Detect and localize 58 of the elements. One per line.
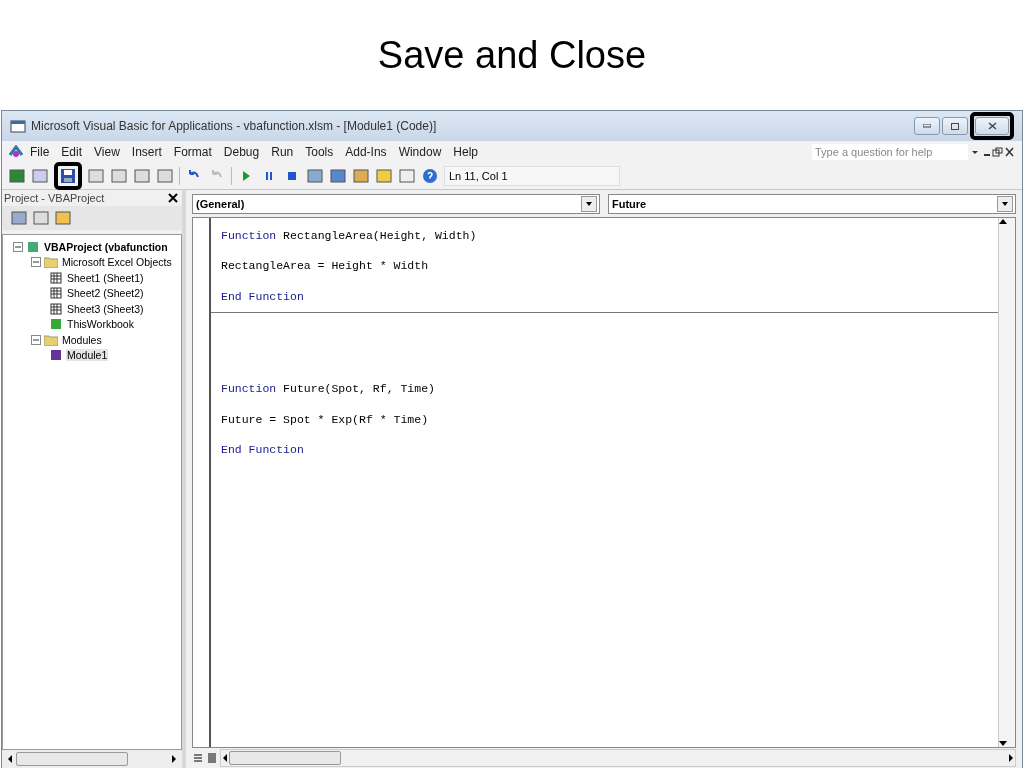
menu-item[interactable]: Add-Ins bbox=[339, 145, 393, 159]
menu-item[interactable]: Help bbox=[447, 145, 484, 159]
menu-item[interactable]: Tools bbox=[299, 145, 340, 159]
sheet-icon bbox=[49, 271, 63, 284]
restore-icon[interactable] bbox=[992, 147, 1004, 157]
pane-title: Project - VBAProject bbox=[4, 192, 105, 204]
menu-item[interactable]: File bbox=[24, 145, 56, 159]
maximize-button[interactable] bbox=[942, 117, 968, 135]
collapse-toggle[interactable] bbox=[31, 334, 41, 345]
tree-item[interactable]: Module1 bbox=[66, 349, 109, 362]
tree-item[interactable]: ThisWorkbook bbox=[66, 318, 135, 331]
menu-item[interactable]: Run bbox=[265, 145, 300, 159]
menu-item[interactable]: View bbox=[88, 145, 126, 159]
close-icon[interactable] bbox=[1004, 147, 1016, 157]
sheet-icon bbox=[49, 302, 63, 315]
code-line: End Function bbox=[221, 289, 304, 303]
close-button[interactable] bbox=[168, 191, 178, 205]
procedure-view-icon[interactable] bbox=[192, 752, 204, 764]
app-icon bbox=[10, 118, 26, 134]
scroll-thumb[interactable] bbox=[229, 751, 341, 765]
minimize-icon bbox=[923, 124, 931, 128]
code-line: Function RectangleArea(Height, Width) bbox=[221, 228, 477, 242]
procedure-dropdown[interactable]: Future bbox=[608, 194, 1016, 214]
tree-item[interactable]: Sheet3 (Sheet3) bbox=[66, 302, 145, 315]
help-search-field[interactable]: Type a question for help bbox=[812, 144, 968, 160]
collapse-toggle[interactable] bbox=[13, 241, 23, 252]
tree-item[interactable]: Sheet2 (Sheet2) bbox=[66, 287, 145, 300]
arrow-icon[interactable] bbox=[221, 754, 229, 762]
menu-item[interactable]: Window bbox=[392, 145, 448, 159]
object-dropdown[interactable]: (General) bbox=[192, 194, 600, 214]
scroll-thumb[interactable] bbox=[16, 752, 128, 766]
arrow-icon[interactable] bbox=[1001, 200, 1009, 208]
save-icon[interactable] bbox=[59, 167, 77, 185]
code-line: Future = Spot * Exp(Rf * Time) bbox=[221, 412, 429, 426]
menu-item[interactable]: Insert bbox=[125, 145, 168, 159]
maximize-icon bbox=[951, 122, 959, 130]
code-line: RectangleArea = Height * Width bbox=[221, 259, 429, 273]
menu-item[interactable]: Format bbox=[167, 145, 218, 159]
app-icon bbox=[8, 145, 24, 159]
code-line: End Function bbox=[221, 443, 304, 457]
window-title: Microsoft Visual Basic for Applications - vbafunction.xlsm - [Module1 (Code)] bbox=[31, 119, 438, 133]
close-icon bbox=[987, 122, 997, 130]
tree-item[interactable]: Microsoft Excel Objects bbox=[61, 256, 173, 269]
tree-item[interactable]: Sheet1 (Sheet1) bbox=[66, 271, 145, 284]
arrow-icon[interactable] bbox=[6, 755, 14, 763]
menu-item[interactable]: Edit bbox=[55, 145, 89, 159]
arrow-icon[interactable] bbox=[170, 755, 178, 763]
tree-item[interactable]: VBAProject (vbafunction bbox=[43, 240, 169, 253]
cursor-position: Ln 11, Col 1 bbox=[444, 166, 620, 186]
collapse-toggle[interactable] bbox=[31, 257, 41, 268]
slide-title: Save and Close bbox=[376, 32, 648, 78]
code-line: Function Future(Spot, Rf, Time) bbox=[221, 382, 435, 396]
menu-item[interactable]: Debug bbox=[217, 145, 266, 159]
sheet-icon bbox=[49, 287, 63, 300]
arrow-icon[interactable] bbox=[585, 200, 593, 208]
arrow-icon[interactable] bbox=[999, 218, 1007, 226]
tree-item[interactable]: Modules bbox=[61, 333, 103, 346]
help-icon[interactable] bbox=[421, 167, 439, 185]
